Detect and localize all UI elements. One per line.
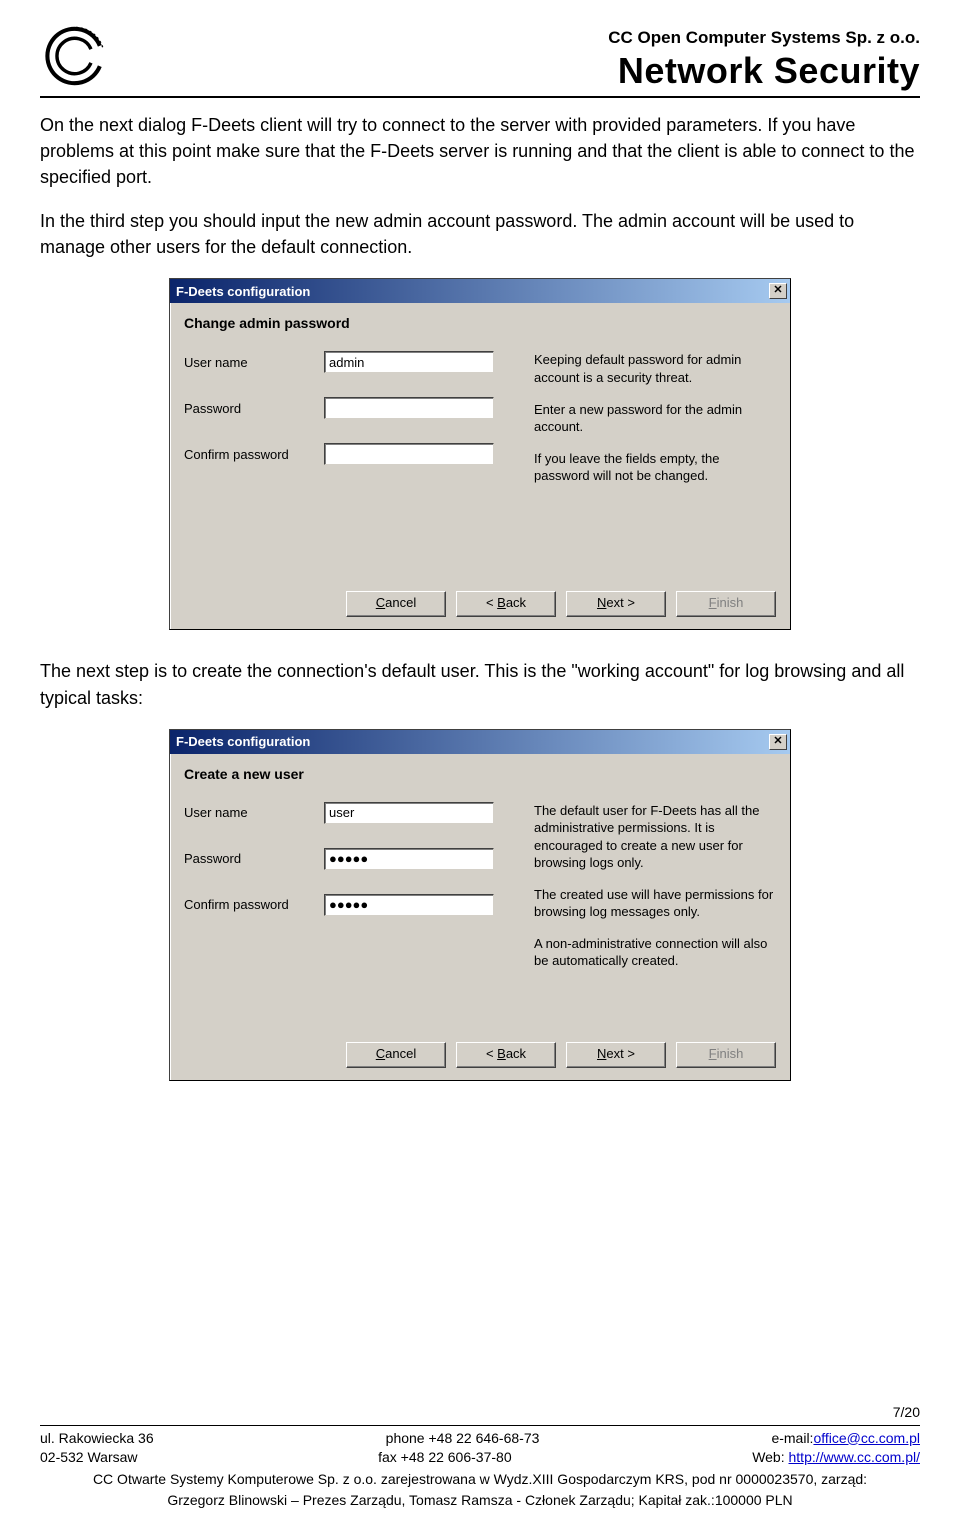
web-link[interactable]: http://www.cc.com.pl/ [789, 1449, 920, 1465]
next-button[interactable]: Next > [566, 591, 666, 617]
username-label: User name [184, 805, 324, 820]
footer-web: Web: http://www.cc.com.pl/ [752, 1448, 920, 1468]
cancel-button[interactable]: Cancel [346, 591, 446, 617]
finish-button: Finish [676, 591, 776, 617]
footer-fax: fax +48 22 606-37-80 [378, 1448, 512, 1468]
dialog-create-user: F-Deets configuration ✕ Create a new use… [169, 729, 791, 1081]
titlebar[interactable]: F-Deets configuration ✕ [170, 730, 790, 754]
info-line: Keeping default password for admin accou… [534, 351, 776, 386]
info-line: A non-administrative connection will als… [534, 935, 776, 970]
password-label: Password [184, 851, 324, 866]
password-input[interactable] [324, 848, 494, 870]
page-number: 7/20 [40, 1403, 920, 1423]
username-input[interactable] [324, 351, 494, 373]
info-line: The default user for F-Deets has all the… [534, 802, 776, 872]
company-name: CC Open Computer Systems Sp. z o.o. [608, 28, 920, 48]
dialog-info-text: Keeping default password for admin accou… [534, 351, 776, 551]
footer-legal-1: CC Otwarte Systemy Komputerowe Sp. z o.o… [40, 1470, 920, 1490]
company-logo-icon [40, 20, 112, 92]
next-button[interactable]: Next > [566, 1042, 666, 1068]
info-line: The created use will have permissions fo… [534, 886, 776, 921]
dialog-title: F-Deets configuration [176, 284, 310, 299]
confirm-password-label: Confirm password [184, 897, 324, 912]
titlebar[interactable]: F-Deets configuration ✕ [170, 279, 790, 303]
password-input[interactable] [324, 397, 494, 419]
back-button[interactable]: < Back [456, 1042, 556, 1068]
cancel-button[interactable]: Cancel [346, 1042, 446, 1068]
paragraph-2: In the third step you should input the n… [40, 208, 920, 260]
back-button[interactable]: < Back [456, 591, 556, 617]
dialog-heading: Change admin password [184, 315, 776, 331]
confirm-password-input[interactable] [324, 894, 494, 916]
close-icon[interactable]: ✕ [769, 734, 787, 750]
dialog-heading: Create a new user [184, 766, 776, 782]
paragraph-3: The next step is to create the connectio… [40, 658, 920, 710]
page-footer: 7/20 ul. Rakowiecka 36 phone +48 22 646-… [40, 1403, 920, 1511]
dialog-title: F-Deets configuration [176, 734, 310, 749]
finish-button: Finish [676, 1042, 776, 1068]
page-header: CC Open Computer Systems Sp. z o.o. Netw… [40, 20, 920, 98]
info-line: Enter a new password for the admin accou… [534, 401, 776, 436]
email-link[interactable]: office@cc.com.pl [813, 1430, 920, 1446]
product-title: Network Security [608, 50, 920, 92]
username-input[interactable] [324, 802, 494, 824]
dialog-change-password: F-Deets configuration ✕ Change admin pas… [169, 278, 791, 630]
footer-address-2: 02-532 Warsaw [40, 1448, 138, 1468]
confirm-password-label: Confirm password [184, 447, 324, 462]
confirm-password-input[interactable] [324, 443, 494, 465]
footer-legal-2: Grzegorz Blinowski – Prezes Zarządu, Tom… [40, 1491, 920, 1511]
footer-address-1: ul. Rakowiecka 36 [40, 1429, 154, 1449]
username-label: User name [184, 355, 324, 370]
password-label: Password [184, 401, 324, 416]
footer-phone: phone +48 22 646-68-73 [386, 1429, 540, 1449]
close-icon[interactable]: ✕ [769, 283, 787, 299]
footer-email: e-mail:office@cc.com.pl [771, 1429, 920, 1449]
info-line: If you leave the fields empty, the passw… [534, 450, 776, 485]
paragraph-1: On the next dialog F-Deets client will t… [40, 112, 920, 190]
dialog-info-text: The default user for F-Deets has all the… [534, 802, 776, 1002]
